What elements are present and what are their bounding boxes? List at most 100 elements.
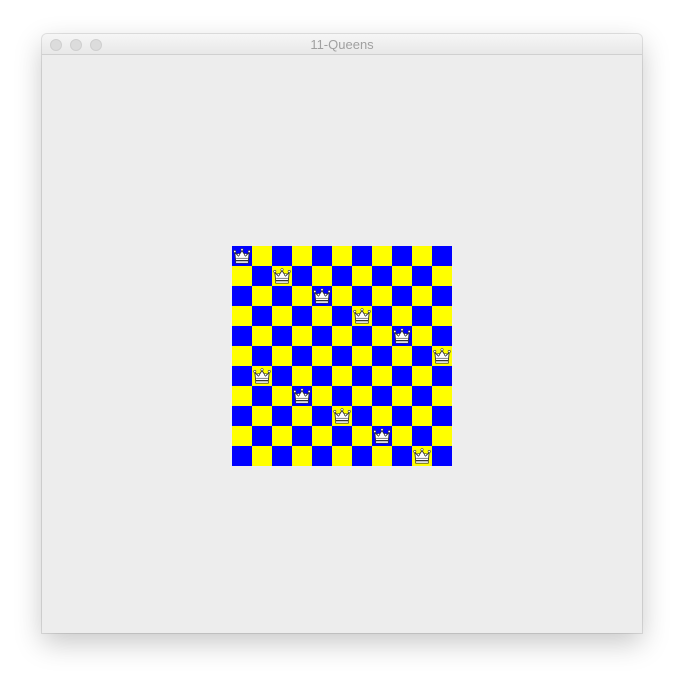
board-square[interactable]: [392, 366, 412, 386]
board-square[interactable]: [412, 346, 432, 366]
board-square[interactable]: [432, 446, 452, 466]
board-square[interactable]: [392, 426, 412, 446]
board-square[interactable]: [292, 346, 312, 366]
board-square[interactable]: [232, 446, 252, 466]
board-square[interactable]: [432, 426, 452, 446]
board-square[interactable]: [292, 266, 312, 286]
title-bar[interactable]: 11-Queens: [42, 34, 642, 55]
board-square[interactable]: [272, 366, 292, 386]
board-square[interactable]: [272, 306, 292, 326]
board-square[interactable]: [332, 266, 352, 286]
board-square[interactable]: [392, 326, 412, 346]
board-square[interactable]: [312, 246, 332, 266]
board-square[interactable]: [312, 266, 332, 286]
board-square[interactable]: [372, 346, 392, 366]
board-square[interactable]: [232, 286, 252, 306]
board-square[interactable]: [432, 406, 452, 426]
board-square[interactable]: [272, 346, 292, 366]
board-square[interactable]: [272, 326, 292, 346]
board-square[interactable]: [432, 346, 452, 366]
board-square[interactable]: [232, 306, 252, 326]
board-square[interactable]: [332, 346, 352, 366]
board-square[interactable]: [352, 266, 372, 286]
board-square[interactable]: [232, 366, 252, 386]
board-square[interactable]: [412, 326, 432, 346]
board-square[interactable]: [432, 386, 452, 406]
board-square[interactable]: [392, 306, 412, 326]
board-square[interactable]: [272, 426, 292, 446]
board-square[interactable]: [312, 446, 332, 466]
board-square[interactable]: [372, 306, 392, 326]
board-square[interactable]: [312, 386, 332, 406]
board-square[interactable]: [372, 406, 392, 426]
board-square[interactable]: [332, 286, 352, 306]
board-square[interactable]: [252, 446, 272, 466]
board-square[interactable]: [392, 406, 412, 426]
board-square[interactable]: [332, 246, 352, 266]
board-square[interactable]: [312, 406, 332, 426]
board-square[interactable]: [352, 306, 372, 326]
board-square[interactable]: [312, 286, 332, 306]
board-square[interactable]: [252, 286, 272, 306]
board-square[interactable]: [232, 406, 252, 426]
board-square[interactable]: [272, 286, 292, 306]
board-square[interactable]: [432, 286, 452, 306]
board-square[interactable]: [272, 386, 292, 406]
board-square[interactable]: [232, 426, 252, 446]
board-square[interactable]: [412, 426, 432, 446]
board-square[interactable]: [352, 286, 372, 306]
board-square[interactable]: [232, 386, 252, 406]
board-square[interactable]: [252, 246, 272, 266]
board-square[interactable]: [312, 306, 332, 326]
board-square[interactable]: [392, 346, 412, 366]
board-square[interactable]: [352, 406, 372, 426]
board-square[interactable]: [292, 286, 312, 306]
board-square[interactable]: [352, 426, 372, 446]
board-square[interactable]: [432, 366, 452, 386]
board-square[interactable]: [312, 366, 332, 386]
board-square[interactable]: [312, 326, 332, 346]
board-square[interactable]: [332, 426, 352, 446]
board-square[interactable]: [352, 366, 372, 386]
board-square[interactable]: [352, 246, 372, 266]
board-square[interactable]: [292, 306, 312, 326]
board-square[interactable]: [332, 366, 352, 386]
board-square[interactable]: [352, 446, 372, 466]
board-square[interactable]: [412, 446, 432, 466]
board-square[interactable]: [432, 306, 452, 326]
board-square[interactable]: [432, 326, 452, 346]
board-square[interactable]: [332, 406, 352, 426]
board-square[interactable]: [272, 446, 292, 466]
board-square[interactable]: [332, 446, 352, 466]
board-square[interactable]: [292, 326, 312, 346]
board-square[interactable]: [232, 266, 252, 286]
board-square[interactable]: [292, 246, 312, 266]
board-square[interactable]: [372, 326, 392, 346]
board-square[interactable]: [232, 246, 252, 266]
board-square[interactable]: [232, 326, 252, 346]
board-square[interactable]: [272, 246, 292, 266]
board-square[interactable]: [252, 326, 272, 346]
board-square[interactable]: [292, 446, 312, 466]
board-square[interactable]: [252, 366, 272, 386]
board-square[interactable]: [372, 246, 392, 266]
board-square[interactable]: [272, 406, 292, 426]
board-square[interactable]: [412, 306, 432, 326]
board-square[interactable]: [372, 426, 392, 446]
board-square[interactable]: [412, 246, 432, 266]
board-square[interactable]: [392, 266, 412, 286]
board-square[interactable]: [252, 266, 272, 286]
board-square[interactable]: [312, 426, 332, 446]
board-square[interactable]: [392, 246, 412, 266]
board-square[interactable]: [252, 306, 272, 326]
board-square[interactable]: [332, 306, 352, 326]
board-square[interactable]: [352, 346, 372, 366]
board-square[interactable]: [292, 366, 312, 386]
board-square[interactable]: [252, 386, 272, 406]
board-square[interactable]: [372, 446, 392, 466]
board-square[interactable]: [412, 286, 432, 306]
board-square[interactable]: [392, 386, 412, 406]
board-square[interactable]: [252, 426, 272, 446]
board-square[interactable]: [432, 246, 452, 266]
board-square[interactable]: [332, 326, 352, 346]
